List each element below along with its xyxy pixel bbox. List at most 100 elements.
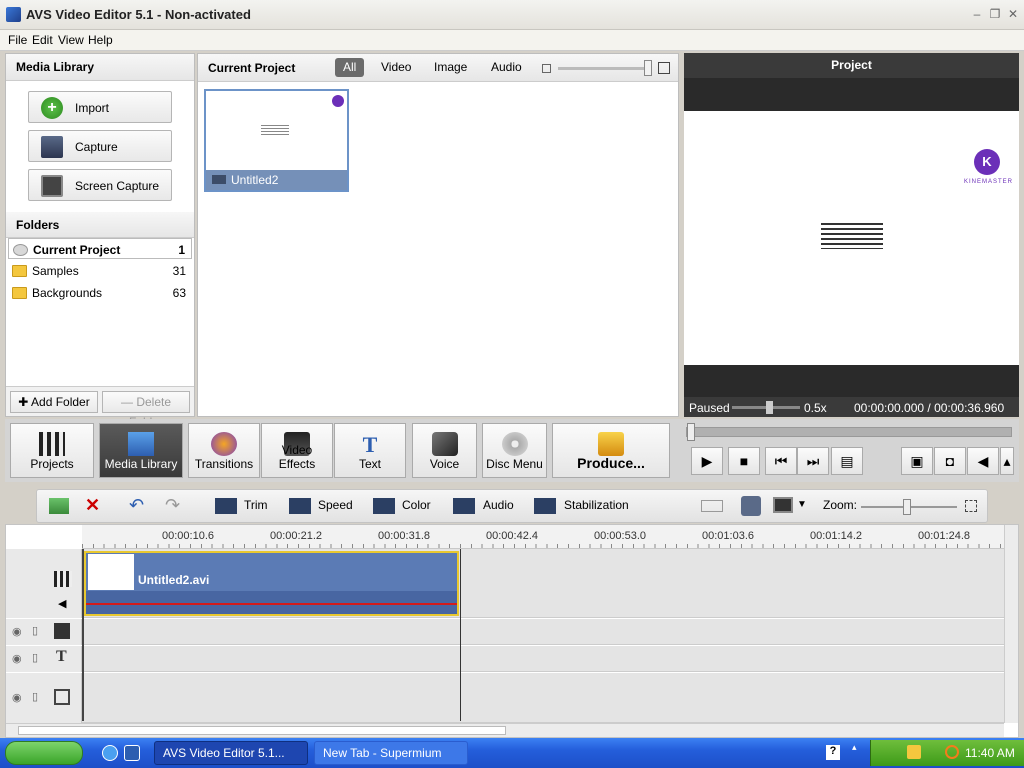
monitor-button[interactable]: ▣ (901, 447, 933, 475)
split-icon[interactable] (701, 500, 723, 512)
task-label: New Tab - Supermium (323, 746, 442, 760)
speed-icon (289, 498, 311, 514)
end-marker (460, 549, 461, 721)
internet-explorer-icon[interactable] (102, 745, 118, 761)
snapshot-button[interactable]: ◘ (934, 447, 966, 475)
lock-icon[interactable]: ▯ (32, 624, 38, 637)
delete-folder-button[interactable]: — Delete Folder (102, 391, 190, 429)
lock-icon[interactable]: ▯ (32, 651, 38, 664)
large-thumb-icon[interactable] (658, 62, 670, 74)
current-project-panel: Current Project All Video Image Audio Un… (197, 53, 679, 417)
media-library-button[interactable]: Media Library (99, 423, 183, 478)
ruler-tick: 00:00:10.6 (162, 530, 214, 542)
start-button[interactable] (5, 741, 83, 765)
preview-status-bar: Paused 0.5x 00:00:00.000 / 00:00:36.960 (684, 397, 1019, 417)
import-button[interactable]: + Import (28, 91, 172, 123)
capture-button[interactable]: Capture (28, 130, 172, 162)
slider-handle[interactable] (644, 60, 652, 76)
voice-button[interactable]: Voice (412, 423, 477, 478)
thumbnail-text-graphic (261, 125, 289, 135)
filter-image[interactable]: Image (426, 58, 475, 77)
menu-file[interactable]: File (8, 33, 27, 47)
menu-help[interactable]: Help (88, 33, 113, 47)
eye-icon[interactable]: ◉ (12, 652, 22, 665)
stop-button[interactable]: ■ (728, 447, 760, 475)
seek-handle[interactable] (687, 423, 695, 441)
chevron-down-icon[interactable]: ▼ (797, 499, 807, 510)
folder-samples[interactable]: Samples 31 (8, 260, 192, 281)
shield-icon[interactable] (907, 745, 921, 759)
previous-frame-button[interactable]: ⏮ (765, 447, 797, 475)
playhead[interactable] (82, 549, 84, 721)
stabilization-button[interactable]: Stabilization (564, 498, 629, 512)
close-icon[interactable]: ✕ (1006, 7, 1020, 21)
next-frame-button[interactable]: ⏭ (797, 447, 829, 475)
undo-icon[interactable]: ↶ (129, 495, 144, 516)
transitions-button[interactable]: Transitions (188, 423, 260, 478)
window-title: AVS Video Editor 5.1 - Non-activated (26, 7, 251, 22)
disc-menu-button[interactable]: Disc Menu (482, 423, 547, 478)
help-icon[interactable]: ? (826, 745, 840, 760)
menu-view[interactable]: View (58, 33, 84, 47)
preview-heading: Project (684, 53, 1019, 78)
task-supermium[interactable]: New Tab - Supermium (314, 741, 468, 765)
preview-text-graphic (821, 223, 883, 249)
eye-icon[interactable]: ◉ (12, 691, 22, 704)
folder-count: 63 (172, 286, 186, 300)
screen-capture-button[interactable]: Screen Capture (28, 169, 172, 201)
quick-launch-icon[interactable] (124, 745, 140, 761)
add-to-timeline-icon[interactable] (49, 498, 69, 514)
audio-button[interactable]: Audio (483, 498, 514, 512)
media-thumbnail[interactable]: Untitled2 (204, 89, 349, 192)
trim-button[interactable]: Trim (244, 498, 268, 512)
horizontal-scrollbar[interactable] (6, 723, 1004, 737)
ruler-tick: 00:01:03.6 (702, 530, 754, 542)
delete-icon[interactable]: ✕ (85, 495, 100, 516)
minimize-icon[interactable]: – (970, 7, 984, 21)
filter-all[interactable]: All (335, 58, 365, 77)
filter-video[interactable]: Video (373, 58, 419, 77)
produce-button[interactable]: Produce... (552, 423, 670, 478)
folder-current-project[interactable]: Current Project 1 (8, 238, 192, 259)
speed-button[interactable]: Speed (318, 498, 353, 512)
video-effects-button[interactable]: Video Effects (261, 423, 333, 478)
zoom-slider-handle[interactable] (903, 499, 911, 515)
thumb-size-slider[interactable] (558, 67, 650, 70)
audio-waveform[interactable] (84, 591, 459, 616)
video-clip[interactable]: Untitled2.avi (84, 551, 459, 591)
vertical-scrollbar[interactable] (1004, 525, 1018, 723)
ruler-tick: 00:01:14.2 (810, 530, 862, 542)
speed-slider-handle[interactable] (766, 401, 773, 414)
color-button[interactable]: Color (402, 498, 431, 512)
menu-edit[interactable]: Edit (32, 33, 53, 47)
fit-timeline-icon[interactable] (965, 500, 977, 512)
redo-icon[interactable]: ↷ (165, 495, 180, 516)
timeline-ruler[interactable]: 00:00:10.6 00:00:21.2 00:00:31.8 00:00:4… (82, 525, 1004, 549)
play-button[interactable]: ▶ (691, 447, 723, 475)
lock-icon[interactable]: ▯ (32, 690, 38, 703)
seek-bar[interactable] (686, 427, 1012, 437)
effects-icon (54, 623, 70, 639)
task-label: AVS Video Editor 5.1... (163, 746, 285, 760)
monitor-icon[interactable] (773, 497, 793, 513)
eye-icon[interactable]: ◉ (12, 625, 22, 638)
volume-button[interactable]: ◀ (967, 447, 999, 475)
clock: 11:40 AM (965, 746, 1015, 760)
thumbnail-caption: Untitled2 (206, 170, 347, 190)
webcam-icon[interactable] (741, 496, 761, 516)
projects-button[interactable]: Projects (10, 423, 94, 478)
text-button[interactable]: T Text (334, 423, 406, 478)
title-bar: AVS Video Editor 5.1 - Non-activated – ❐… (0, 0, 1024, 30)
volume-menu-button[interactable]: ▴ (1000, 447, 1014, 475)
chevron-up-icon[interactable]: ▴ (852, 742, 857, 753)
small-thumb-icon[interactable] (542, 64, 551, 73)
folder-backgrounds[interactable]: Backgrounds 63 (8, 282, 192, 303)
speaker-icon[interactable]: ◀ (58, 597, 66, 610)
scrollbar-thumb[interactable] (18, 726, 506, 735)
filter-audio[interactable]: Audio (483, 58, 530, 77)
search-icon[interactable] (945, 745, 959, 759)
restore-icon[interactable]: ❐ (988, 7, 1002, 21)
fullscreen-preview-button[interactable]: ▤ (831, 447, 863, 475)
add-folder-button[interactable]: ✚ Add Folder (10, 391, 98, 413)
task-avs-video-editor[interactable]: AVS Video Editor 5.1... (154, 741, 308, 765)
